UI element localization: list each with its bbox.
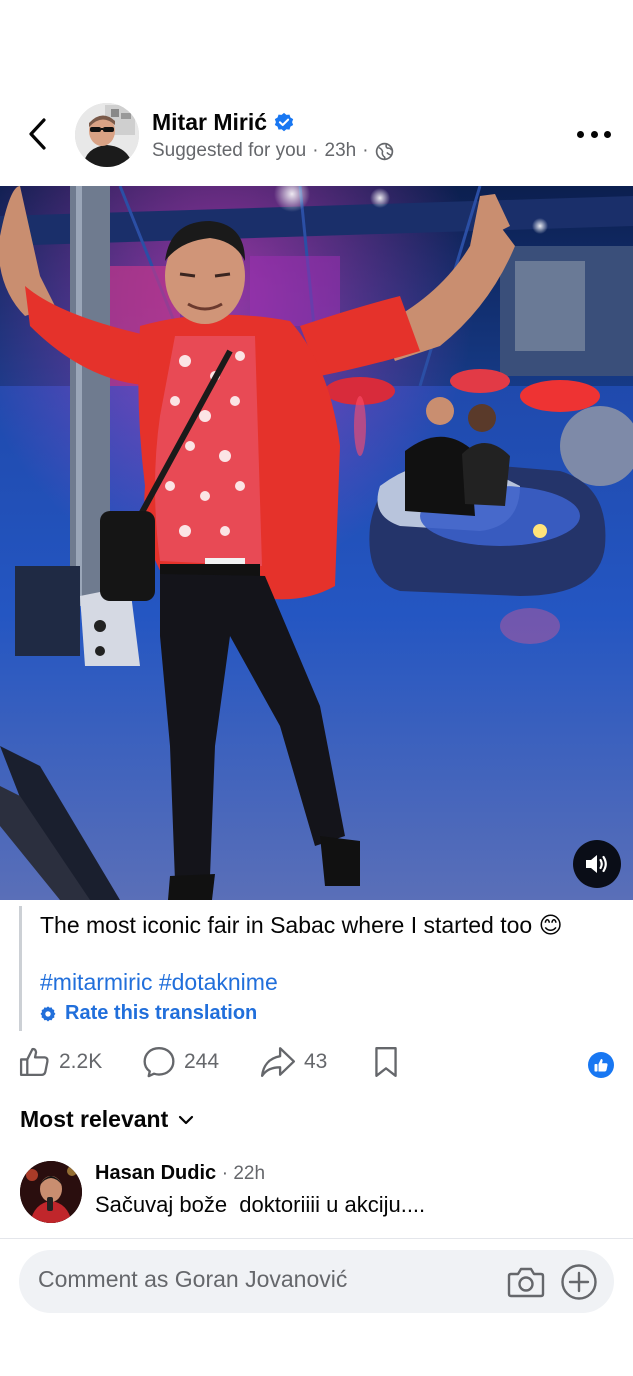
meta-separator-2: ·: [362, 140, 369, 161]
like-count: 2.2K: [59, 1049, 103, 1073]
comment-header: Hasan Dudic · 22h: [95, 1162, 265, 1185]
comment-item: Hasan Dudic · 22h Sačuvaj bože doktoriii…: [20, 1160, 620, 1230]
post-header: Mitar Mirić Suggested for you · 23h ·: [0, 100, 633, 170]
author-name[interactable]: Mitar Mirić: [152, 109, 295, 136]
more-dot: [590, 130, 598, 138]
post-meta: Suggested for you · 23h ·: [152, 140, 394, 162]
share-count: 43: [304, 1050, 328, 1073]
post-actions: 2.2K 244 43: [0, 1045, 633, 1083]
rate-translation-label[interactable]: Rate this translation: [65, 1002, 257, 1025]
share-button[interactable]: 43: [260, 1045, 327, 1079]
comment-button[interactable]: 244: [142, 1045, 219, 1079]
comment-count: 244: [184, 1050, 220, 1073]
globe-icon: [375, 142, 393, 160]
hashtags-link[interactable]: #mitarmiric #dotaknime: [40, 969, 278, 996]
comment-bubble-icon: [143, 1047, 175, 1078]
suggested-label: Suggested for you: [152, 140, 307, 161]
volume-button[interactable]: [573, 840, 621, 888]
rate-translation-link[interactable]: Rate this translation: [39, 1002, 257, 1025]
volume-on-icon: [586, 855, 607, 873]
author-name-text[interactable]: Mitar Mirić: [152, 109, 267, 136]
post-caption: The most iconic fair in Sabac where I st…: [19, 906, 619, 1031]
share-arrow-icon: [260, 1047, 296, 1077]
divider: [0, 1238, 633, 1239]
gear-icon: [40, 1005, 56, 1021]
verified-badge-icon: [274, 112, 294, 131]
comment-separator: ·: [221, 1163, 234, 1184]
comment-text: Sačuvaj bože doktoriiii u akciju....: [95, 1192, 426, 1217]
commenter-avatar[interactable]: [20, 1161, 82, 1223]
more-horizontal-icon: [577, 130, 584, 138]
post-video[interactable]: [0, 186, 633, 900]
plus-circle-icon: [561, 1264, 597, 1300]
add-button[interactable]: [560, 1263, 598, 1301]
meta-separator: ·: [312, 140, 319, 161]
post-time[interactable]: 23h: [325, 140, 357, 162]
like-button[interactable]: 2.2K: [18, 1045, 102, 1078]
comment-input[interactable]: [38, 1266, 498, 1293]
thumbs-up-icon: [19, 1047, 49, 1077]
comment-sort-dropdown[interactable]: Most relevant: [20, 1106, 194, 1133]
chevron-down-icon: [179, 1115, 194, 1124]
commenter-name[interactable]: Hasan Dudic: [95, 1162, 216, 1184]
comment-time: 22h: [233, 1163, 266, 1184]
video-frame: [0, 186, 633, 900]
save-button[interactable]: [372, 1045, 400, 1079]
caption-text: The most iconic fair in Sabac where I st…: [40, 912, 563, 938]
bookmark-icon: [375, 1047, 397, 1077]
comment-composer: [19, 1250, 614, 1313]
camera-icon: [507, 1267, 545, 1298]
back-button[interactable]: [22, 116, 54, 152]
sort-label[interactable]: Most relevant: [20, 1106, 168, 1133]
more-options-button[interactable]: [577, 122, 611, 146]
more-dot: [604, 130, 611, 138]
camera-button[interactable]: [507, 1263, 545, 1301]
author-avatar[interactable]: [75, 103, 139, 167]
thumbs-up-icon: [594, 1058, 608, 1072]
reaction-like-badge[interactable]: [588, 1052, 614, 1078]
chevron-left-icon: [29, 118, 46, 150]
